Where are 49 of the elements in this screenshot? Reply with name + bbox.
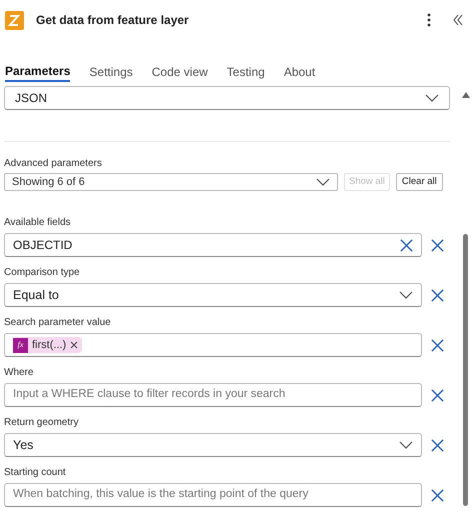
tab[interactable]: About (284, 62, 316, 82)
dropdown[interactable]: Equal to (4, 283, 422, 307)
text-field[interactable]: When batching, this value is the starting point of the query (13, 486, 413, 504)
field-label: Starting count (4, 466, 67, 480)
chevron-down-icon (425, 94, 439, 102)
dropdown-value: Showing 6 of 6 (12, 174, 86, 190)
text-field[interactable]: Input a WHERE clause to filter records in your search (13, 386, 413, 404)
input-field[interactable]: fx first(...) (4, 333, 422, 357)
tab[interactable]: Testing (226, 62, 265, 82)
remove-parameter-icon[interactable] (431, 238, 444, 252)
field-label: Available fields (4, 216, 72, 230)
more-options-icon[interactable] (427, 13, 431, 27)
clear-all-button[interactable]: Clear all (396, 173, 443, 191)
chevron-down-icon (399, 291, 413, 299)
text-input-box[interactable]: Input a WHERE clause to filter records in your search (4, 383, 422, 407)
expression-token[interactable]: fx first(...) (13, 336, 82, 354)
function-icon: fx (13, 338, 28, 352)
clear-icon[interactable] (400, 238, 413, 252)
dropdown-value: Equal to (13, 286, 60, 304)
remove-icon[interactable] (70, 341, 78, 349)
dropdown-value: JSON (15, 90, 48, 107)
dropdown[interactable]: Yes (4, 433, 422, 457)
tab[interactable]: Code view (152, 62, 208, 82)
token-label: first(...) (31, 338, 68, 353)
window-title: Get data from feature layer (36, 12, 190, 29)
chevron-down-icon (399, 441, 413, 449)
scroll-up-arrow-icon[interactable] (462, 92, 470, 98)
remove-parameter-icon[interactable] (431, 338, 444, 352)
input-field[interactable]: OBJECTID (4, 233, 422, 257)
app-logo-icon (5, 10, 24, 30)
tab[interactable]: Settings (89, 62, 133, 82)
scrollbar-thumb[interactable] (463, 234, 468, 506)
advanced-parameters-dropdown[interactable]: Showing 6 of 6 (4, 173, 338, 191)
field-label: Comparison type (4, 266, 81, 280)
field-label: Return geometry (4, 416, 80, 430)
remove-parameter-icon[interactable] (431, 438, 444, 452)
section-label: Advanced parameters (4, 157, 103, 171)
dropdown-value: Yes (13, 436, 34, 454)
tab[interactable]: Parameters (5, 62, 70, 82)
field-value: OBJECTID (13, 237, 74, 254)
remove-parameter-icon[interactable] (431, 388, 444, 402)
remove-parameter-icon[interactable] (431, 488, 444, 502)
chevron-down-icon (316, 178, 330, 186)
output-format-dropdown[interactable]: JSON (4, 86, 450, 110)
field-label: Where (4, 366, 34, 380)
collapse-icon[interactable] (453, 14, 463, 26)
field-label: Search parameter value (4, 316, 112, 330)
text-input-box[interactable]: When batching, this value is the starting point of the query (4, 483, 422, 507)
remove-parameter-icon[interactable] (431, 288, 444, 302)
